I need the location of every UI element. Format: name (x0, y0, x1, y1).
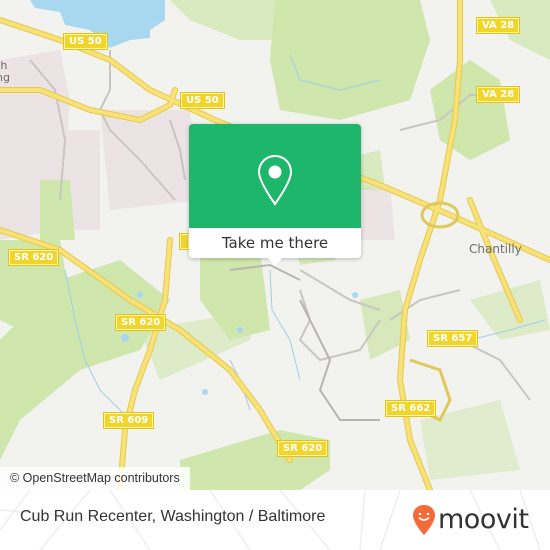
interchanges (409, 201, 460, 423)
road-shield-va28: VA 28 (477, 87, 520, 102)
map-view[interactable]: US 50 US 50 VA 28 VA 28 SR 620 SR 620 SR… (0, 0, 550, 490)
road-shield-sr620: SR 620 (9, 250, 59, 265)
location-pin-icon (257, 154, 293, 206)
location-title: Cub Run Recenter, Washington / Baltimore (20, 508, 326, 525)
road-shield-us50: US 50 (181, 93, 224, 108)
road-shield-sr620: SR 620 (278, 441, 328, 456)
place-label-partial-line2: ng (0, 71, 10, 84)
road-shield-us50: US 50 (64, 34, 107, 49)
take-me-there-button[interactable]: Take me there (189, 228, 361, 258)
road-shield-va28: VA 28 (477, 18, 520, 33)
popup-header (189, 124, 361, 228)
road-shield-sr620: SR 620 (116, 315, 166, 330)
footer-bar: Cub Run Recenter, Washington / Baltimore… (0, 490, 550, 550)
road-shield-sr662: SR 662 (386, 401, 436, 416)
road-shield-sr609: SR 609 (104, 413, 154, 428)
road-shield-sr657: SR 657 (428, 331, 478, 346)
moovit-wordmark: moovit (438, 504, 529, 535)
place-label-partial: th ng (0, 60, 10, 84)
popup-pointer (267, 257, 283, 266)
location-popup: Take me there (189, 124, 361, 266)
place-label-chantilly: Chantilly (469, 242, 522, 256)
moovit-pin-icon (413, 505, 435, 535)
map-attribution[interactable]: © OpenStreetMap contributors (0, 467, 190, 490)
